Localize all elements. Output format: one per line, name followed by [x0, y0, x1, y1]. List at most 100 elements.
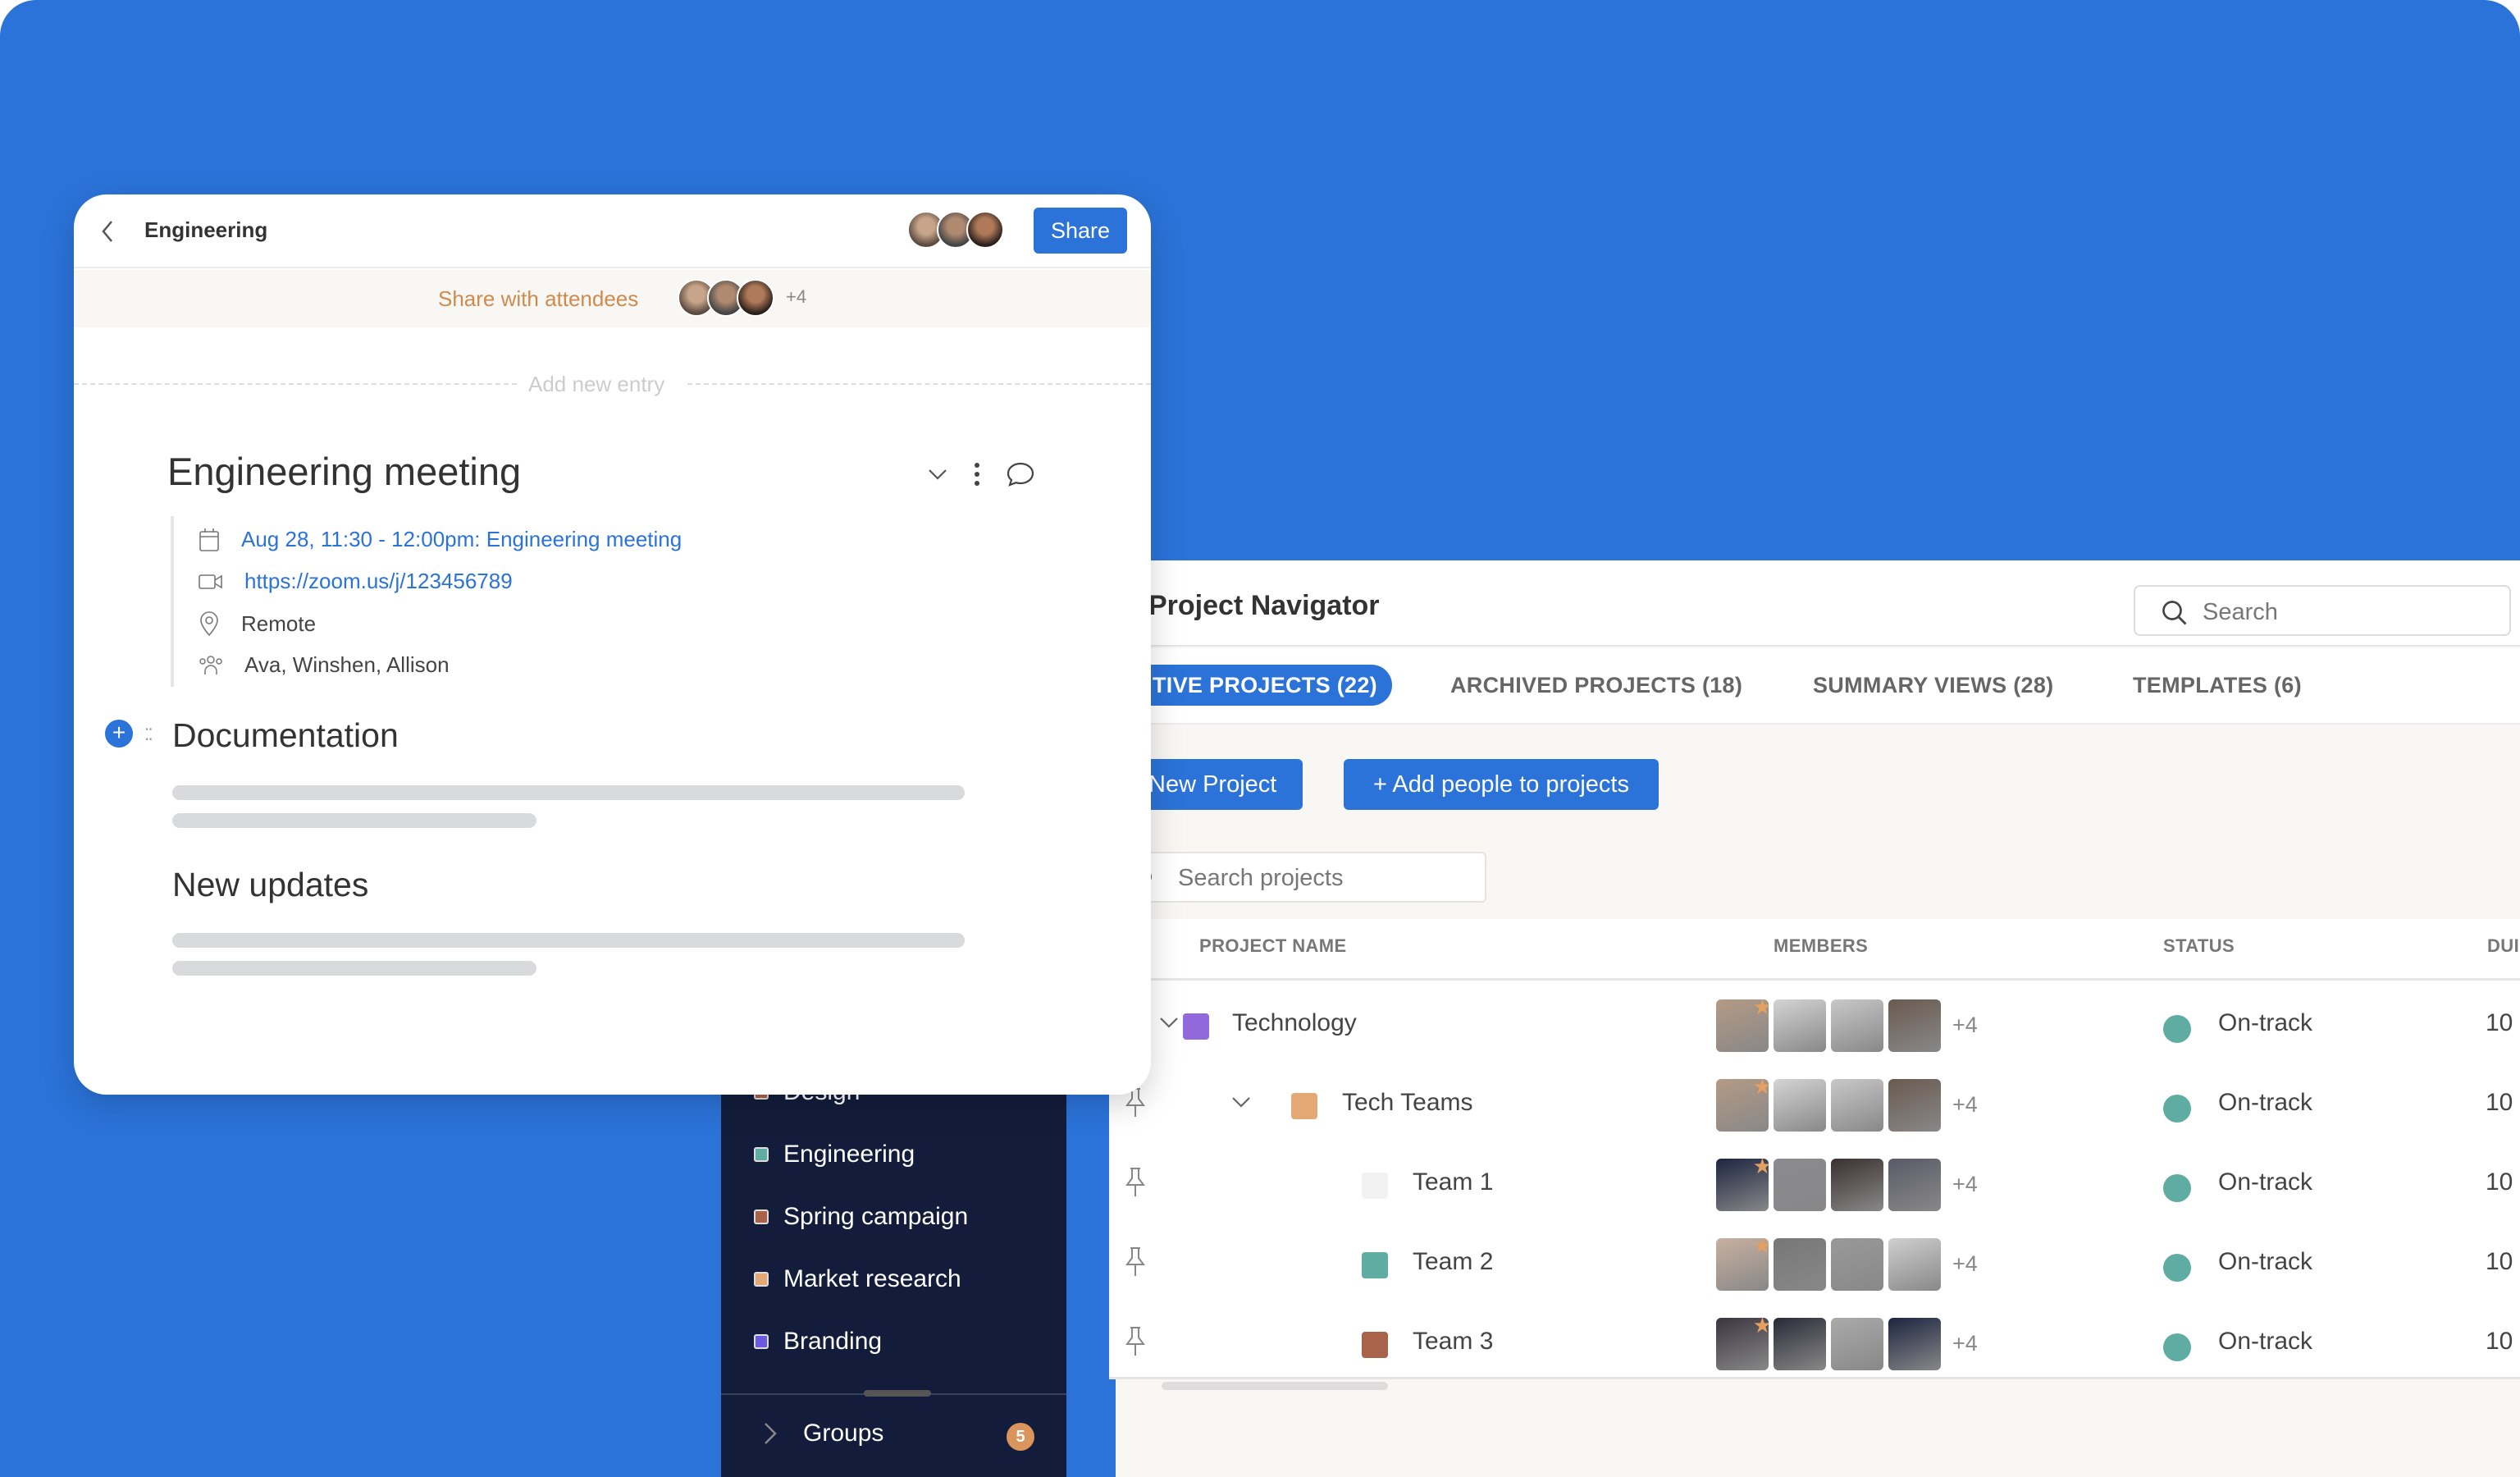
- calendar-icon: [199, 528, 219, 551]
- chevron-down-icon[interactable]: [1230, 1094, 1252, 1110]
- avatar: [1831, 999, 1883, 1052]
- section-documentation: Documentation: [172, 716, 399, 754]
- project-color-swatch: [754, 1209, 769, 1224]
- meeting-datetime-row: Aug 28, 11:30 - 12:00pm: Engineering mee…: [199, 527, 682, 552]
- status-label: On-track: [2218, 1089, 2313, 1116]
- due-value: 10: [2486, 1168, 2513, 1196]
- chevron-right-icon: [765, 1423, 777, 1444]
- status-label: On-track: [2218, 1248, 2313, 1275]
- meeting-datetime-link[interactable]: Aug 28, 11:30 - 12:00pm: Engineering mee…: [241, 527, 682, 552]
- meeting-attendees: Ava, Winshen, Allison: [244, 652, 450, 677]
- sidebar-groups[interactable]: Groups: [762, 1420, 883, 1447]
- member-avatars[interactable]: ★: [1716, 1079, 1941, 1132]
- pin-icon[interactable]: [1124, 1326, 1147, 1357]
- project-name[interactable]: Team 2: [1413, 1248, 1493, 1276]
- project-name[interactable]: Team 3: [1413, 1328, 1493, 1356]
- pin-icon[interactable]: [1124, 1167, 1147, 1198]
- tab-archived-projects[interactable]: ARCHIVED PROJECTS (18): [1450, 665, 1742, 706]
- status-indicator: [2163, 1254, 2191, 1282]
- add-new-entry-label[interactable]: Add new entry: [528, 372, 664, 397]
- avatar: [1774, 1159, 1826, 1211]
- avatar: [737, 279, 774, 317]
- placeholder-line: [172, 961, 536, 976]
- avatar: [1888, 1238, 1941, 1291]
- avatar: ★: [1716, 1159, 1769, 1211]
- table-row[interactable]: Tech Teams ★ +4 On-track 10: [1109, 1066, 2520, 1145]
- project-color-swatch: [1362, 1252, 1388, 1278]
- members-more-count: +4: [1952, 1251, 1978, 1276]
- project-color-swatch: [1362, 1173, 1388, 1199]
- tab-templates[interactable]: TEMPLATES (6): [2133, 665, 2302, 706]
- share-with-attendees-label[interactable]: Share with attendees: [438, 286, 638, 312]
- tab-bar: TIVE PROJECTS (22) ARCHIVED PROJECTS (18…: [1116, 648, 2520, 725]
- member-avatars[interactable]: ★: [1716, 999, 1941, 1052]
- share-with-attendees-bar[interactable]: Share with attendees +4: [74, 270, 1151, 327]
- avatar: [1831, 1159, 1883, 1211]
- status-indicator: [2163, 1174, 2191, 1202]
- avatar: [1888, 999, 1941, 1052]
- divider: [687, 383, 1151, 385]
- avatar: [1888, 1318, 1941, 1370]
- table-row[interactable]: Team 3 ★ +4 On-track 10: [1109, 1305, 2520, 1383]
- table-row[interactable]: Team 1 ★ +4 On-track 10: [1109, 1145, 2520, 1224]
- breadcrumb[interactable]: Engineering: [144, 217, 267, 243]
- member-avatars[interactable]: ★: [1716, 1159, 1941, 1211]
- zoom-link[interactable]: https://zoom.us/j/123456789: [244, 569, 513, 594]
- tab-summary-views[interactable]: SUMMARY VIEWS (28): [1813, 665, 2053, 706]
- video-camera-icon: [199, 574, 222, 589]
- new-project-button[interactable]: New Project: [1132, 759, 1303, 810]
- table-row[interactable]: Technology ★ +4 On-track 10: [1109, 986, 2520, 1065]
- add-block-button[interactable]: +: [105, 720, 133, 748]
- back-chevron-icon[interactable]: [98, 217, 116, 245]
- project-name[interactable]: Technology: [1232, 1009, 1357, 1037]
- avatar: ★: [1716, 999, 1769, 1052]
- add-new-entry[interactable]: Add new entry: [74, 372, 1151, 396]
- due-value: 10: [2486, 1009, 2513, 1036]
- avatar: [1774, 1318, 1826, 1370]
- more-vertical-icon[interactable]: [973, 462, 981, 487]
- horizontal-scrollbar[interactable]: [1162, 1382, 1388, 1390]
- project-name[interactable]: Tech Teams: [1342, 1089, 1473, 1117]
- sidebar-item-label: Engineering: [783, 1141, 915, 1168]
- project-name[interactable]: Team 1: [1413, 1168, 1493, 1196]
- meeting-location: Remote: [241, 610, 317, 636]
- chevron-down-icon[interactable]: [1158, 1014, 1180, 1031]
- meeting-zoom-row: https://zoom.us/j/123456789: [199, 569, 513, 594]
- add-people-button[interactable]: + Add people to projects: [1344, 759, 1659, 810]
- column-header-members[interactable]: MEMBERS: [1774, 935, 1868, 957]
- column-header-project-name[interactable]: PROJECT NAME: [1199, 935, 1347, 957]
- chevron-down-icon[interactable]: [927, 466, 948, 482]
- table-row[interactable]: Team 2 ★ +4 On-track 10: [1109, 1225, 2520, 1304]
- sidebar-item[interactable]: Engineering: [754, 1141, 915, 1168]
- collaborator-avatars[interactable]: [907, 211, 1004, 249]
- resize-handle[interactable]: [864, 1390, 931, 1397]
- attendees-more-count: +4: [786, 286, 807, 307]
- sidebar-item[interactable]: Branding: [754, 1328, 882, 1356]
- pin-icon[interactable]: [1124, 1246, 1147, 1278]
- search-input[interactable]: Search: [2134, 585, 2511, 636]
- tab-active-projects[interactable]: TIVE PROJECTS (22): [1116, 665, 1392, 706]
- member-avatars[interactable]: ★: [1716, 1318, 1941, 1370]
- navigator-header: Project Navigator Search: [1116, 560, 2520, 647]
- star-icon: ★: [1752, 1079, 1769, 1099]
- placeholder-line: [172, 813, 536, 828]
- due-value: 10: [2486, 1328, 2513, 1355]
- column-header-due[interactable]: DUI: [2487, 935, 2519, 957]
- avatar: [1774, 1238, 1826, 1291]
- members-more-count: +4: [1952, 1172, 1978, 1196]
- member-avatars[interactable]: ★: [1716, 1238, 1941, 1291]
- search-projects-input[interactable]: Search projects: [1132, 852, 1486, 903]
- drag-handle-icon[interactable]: ⁚⁚: [144, 725, 153, 745]
- column-header-status[interactable]: STATUS: [2163, 935, 2235, 957]
- sidebar-item[interactable]: Spring campaign: [754, 1203, 968, 1231]
- status-indicator: [2163, 1333, 2191, 1361]
- comment-icon[interactable]: [1006, 461, 1035, 487]
- sidebar-item[interactable]: Market research: [754, 1265, 961, 1293]
- project-color-swatch: [754, 1334, 769, 1349]
- placeholder-line: [172, 785, 965, 800]
- avatar: ★: [1716, 1238, 1769, 1291]
- members-more-count: +4: [1952, 1092, 1978, 1117]
- share-button[interactable]: Share: [1034, 208, 1127, 254]
- project-color-swatch: [1291, 1093, 1317, 1119]
- status-label: On-track: [2218, 1168, 2313, 1196]
